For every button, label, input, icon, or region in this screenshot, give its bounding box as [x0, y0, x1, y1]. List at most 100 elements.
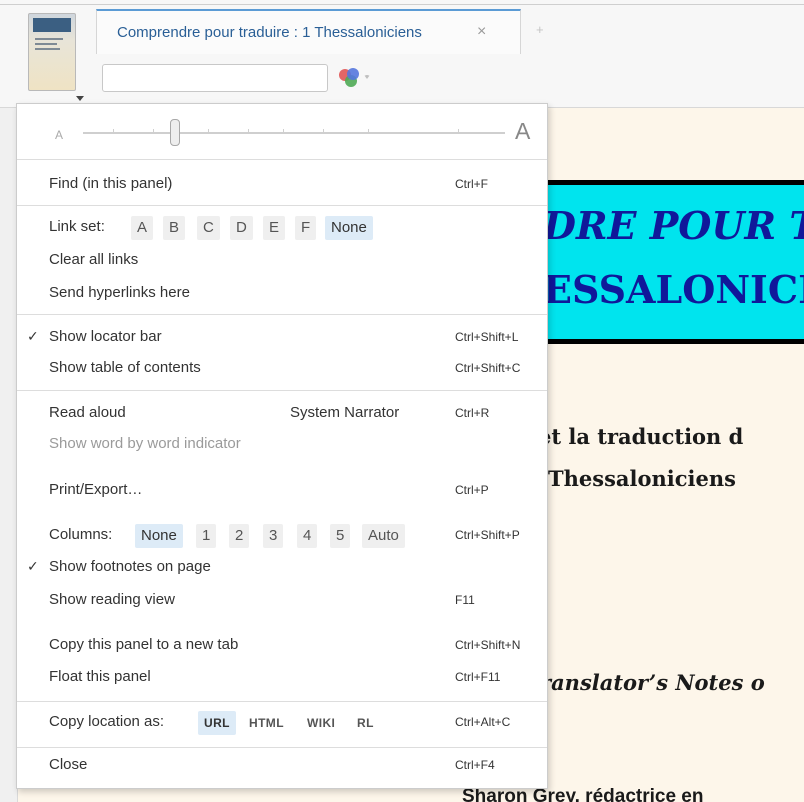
slider-tick [208, 129, 209, 132]
menu-item-send-hyperlinks[interactable]: Send hyperlinks here [17, 280, 547, 306]
menu-item-clear-links[interactable]: Clear all links [17, 247, 547, 273]
banner-title-line: DRE POUR T [543, 203, 804, 248]
slider-track[interactable] [83, 129, 505, 134]
menu-divider [17, 701, 547, 702]
menu-item-locator-bar[interactable]: ✓ Show locator bar Ctrl+Shift+L [17, 324, 547, 350]
slider-tick [458, 129, 459, 132]
copy-location-wiki[interactable]: WIKI [301, 711, 341, 735]
menu-item-label: Clear all links [49, 251, 139, 268]
menu-item-shortcut: Ctrl+F4 [455, 758, 495, 772]
menu-item-reading-view[interactable]: Show reading view F11 [17, 587, 547, 613]
menu-item-link-set: Link set: A B C D E F None [17, 214, 547, 240]
menu-item-label: Show footnotes on page [49, 558, 211, 575]
banner-title-line: ESSALONICI [543, 267, 804, 312]
menu-item-copy-panel[interactable]: Copy this panel to a new tab Ctrl+Shift+… [17, 632, 547, 658]
menu-item-shortcut: Ctrl+Shift+L [455, 330, 519, 344]
menu-item-toc[interactable]: Show table of contents Ctrl+Shift+C [17, 355, 547, 381]
slider-tick [153, 129, 154, 132]
menu-divider [17, 205, 547, 206]
reference-input[interactable] [102, 64, 328, 92]
top-divider [0, 4, 804, 5]
panel-toolbar: Comprendre pour traduire : 1 Thessalonic… [0, 0, 804, 108]
link-set-option-e[interactable]: E [263, 216, 286, 240]
doc-subtitle: Thessaloniciens [548, 466, 736, 491]
copy-location-label: Copy location as: [49, 713, 165, 730]
cover-band [33, 18, 71, 32]
columns-option-3[interactable]: 3 [263, 524, 284, 548]
menu-item-label: Show locator bar [49, 328, 162, 345]
menu-item-shortcut: Ctrl+R [455, 406, 490, 420]
menu-item-float-panel[interactable]: Float this panel Ctrl+F11 [17, 664, 547, 690]
blue-circle [347, 68, 359, 80]
doc-subtitle: et la traduction d [538, 424, 744, 449]
slider-tick [283, 129, 284, 132]
tab-title: Comprendre pour traduire : 1 Thessalonic… [117, 24, 422, 41]
copy-location-html[interactable]: HTML [243, 711, 290, 735]
close-icon[interactable]: × [477, 23, 486, 41]
menu-item-label: Copy this panel to a new tab [49, 636, 239, 653]
menu-item-columns: Columns: None 1 2 3 4 5 Auto Ctrl+Shift+… [17, 522, 547, 548]
menu-item-label: Print/Export… [49, 481, 143, 498]
font-smaller-label: A [55, 128, 64, 142]
menu-item-word-indicator: Show word by word indicator [17, 431, 547, 457]
menu-item-shortcut: Ctrl+F [455, 177, 488, 191]
menu-item-footnotes[interactable]: ✓ Show footnotes on page [17, 554, 547, 580]
columns-option-4[interactable]: 4 [297, 524, 318, 548]
menu-divider [17, 390, 547, 391]
menu-item-label: Float this panel [49, 668, 151, 685]
link-set-option-a[interactable]: A [131, 216, 154, 240]
menu-item-label: Send hyperlinks here [49, 284, 190, 301]
menu-item-close[interactable]: Close Ctrl+F4 [17, 752, 547, 778]
menu-item-label: Show reading view [49, 591, 175, 608]
cover-text-line [35, 38, 63, 40]
link-set-option-d[interactable]: D [230, 216, 253, 240]
columns-option-auto[interactable]: Auto [362, 524, 405, 548]
columns-label: Columns: [49, 526, 113, 543]
menu-divider [17, 314, 547, 315]
menu-item-copy-location: Copy location as: URL HTML WIKI RL Ctrl+… [17, 709, 547, 735]
slider-tick [113, 129, 114, 132]
voice-selector[interactable]: System Narrator [290, 404, 399, 421]
menu-item-shortcut: Ctrl+Shift+N [455, 638, 521, 652]
menu-item-print-export[interactable]: Print/Export… Ctrl+P [17, 477, 547, 503]
plus-icon[interactable]: + [536, 22, 544, 37]
columns-option-none[interactable]: None [135, 524, 183, 548]
cover-text-line [35, 43, 57, 45]
menu-item-shortcut: Ctrl+Shift+C [455, 361, 521, 375]
link-set-option-c[interactable]: C [197, 216, 220, 240]
link-set-option-none[interactable]: None [325, 216, 373, 240]
link-set-label: Link set: [49, 218, 105, 235]
menu-divider [17, 159, 547, 160]
menu-divider [17, 747, 547, 748]
menu-item-label: Find (in this panel) [49, 175, 173, 192]
link-set-option-f[interactable]: F [295, 216, 317, 240]
menu-item-label: Show word by word indicator [49, 435, 241, 452]
menu-item-find[interactable]: Find (in this panel) Ctrl+F [17, 171, 547, 197]
panel-menu: A A Find (in this panel) Ctrl+F Link set… [16, 103, 548, 789]
menu-item-shortcut: Ctrl+Alt+C [455, 715, 511, 729]
link-set-option-b[interactable]: B [163, 216, 186, 240]
columns-option-1[interactable]: 1 [196, 524, 217, 548]
copy-location-url[interactable]: URL [198, 711, 236, 735]
panel-menu-caret-icon[interactable] [76, 96, 84, 101]
title-banner: DRE POUR T ESSALONICI [518, 180, 804, 344]
menu-item-shortcut: Ctrl+Shift+P [455, 528, 520, 542]
visual-filters-icon[interactable] [338, 67, 372, 91]
menu-item-shortcut: Ctrl+F11 [455, 670, 501, 684]
checkmark-icon: ✓ [27, 328, 39, 344]
menu-item-label: Close [49, 756, 88, 773]
columns-option-5[interactable]: 5 [330, 524, 351, 548]
copy-location-rl[interactable]: RL [351, 711, 380, 735]
doc-subtitle-english: ranslator’s Notes o [540, 670, 765, 695]
slider-thumb[interactable] [170, 119, 180, 146]
columns-option-2[interactable]: 2 [229, 524, 250, 548]
chevron-down-icon[interactable] [364, 75, 370, 79]
tab-resource[interactable]: Comprendre pour traduire : 1 Thessalonic… [96, 9, 521, 54]
menu-item-shortcut: Ctrl+P [455, 483, 489, 497]
resource-cover-thumbnail[interactable] [28, 13, 76, 91]
menu-item-shortcut: F11 [455, 593, 475, 607]
menu-item-read-aloud[interactable]: Read aloud System Narrator Ctrl+R [17, 400, 547, 426]
slider-tick [368, 129, 369, 132]
menu-item-label: Read aloud [49, 404, 126, 421]
slider-tick [323, 129, 324, 132]
